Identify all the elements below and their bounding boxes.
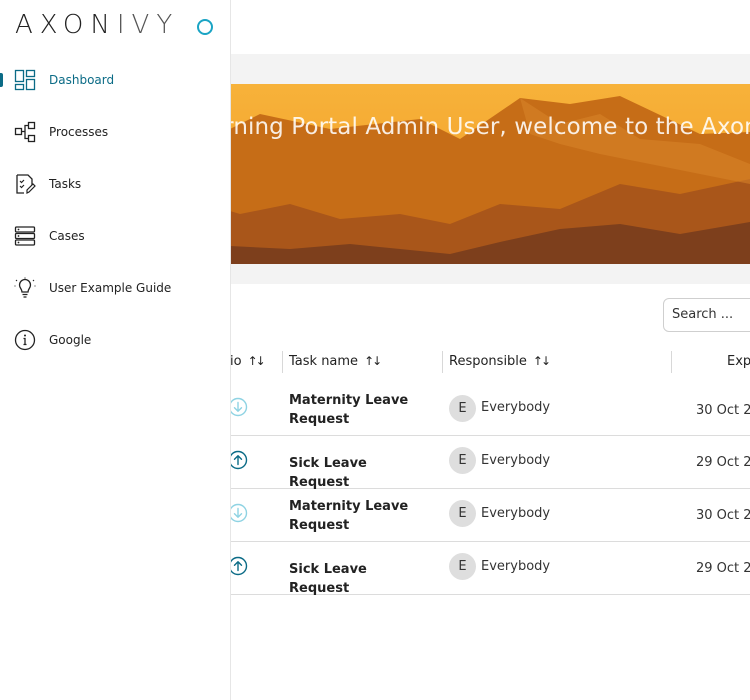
priority-low-icon bbox=[228, 397, 248, 417]
sort-icon[interactable]: ↑↓ bbox=[364, 354, 382, 368]
search-box[interactable] bbox=[663, 298, 750, 332]
expiry-date: 29 Oct 2 bbox=[696, 455, 750, 470]
task-name[interactable]: Maternity Leave Request bbox=[289, 391, 429, 429]
column-divider[interactable] bbox=[442, 351, 443, 373]
sidebar-item-tasks[interactable]: Tasks bbox=[0, 164, 231, 204]
cases-icon bbox=[14, 226, 36, 246]
sidebar-item-label: User Example Guide bbox=[49, 281, 172, 295]
lightbulb-icon bbox=[14, 277, 36, 298]
avatar: E bbox=[449, 447, 476, 474]
priority-low-icon bbox=[228, 503, 248, 523]
dashboard-icon bbox=[14, 69, 36, 91]
sidebar-item-processes[interactable]: Processes bbox=[0, 112, 231, 152]
task-name[interactable]: Sick Leave Request bbox=[289, 454, 429, 492]
logo-text-axon: AXON bbox=[15, 10, 117, 40]
sidebar-item-user-example-guide[interactable]: User Example Guide bbox=[0, 268, 231, 308]
column-header-expiry[interactable]: Exp bbox=[727, 354, 750, 369]
task-name[interactable]: Sick Leave Request bbox=[289, 560, 429, 598]
sidebar-item-label: Processes bbox=[49, 125, 109, 139]
avatar: E bbox=[449, 395, 476, 422]
column-header-label: io bbox=[230, 354, 242, 369]
column-header-task-name[interactable]: Task name ↑↓ bbox=[289, 354, 382, 369]
column-header-label: Exp bbox=[727, 354, 750, 369]
sidebar: AXONIVY Dashboard Processes Tasks Cases … bbox=[0, 0, 231, 700]
sidebar-item-cases[interactable]: Cases bbox=[0, 216, 231, 256]
welcome-text: orning Portal Admin User, welcome to the… bbox=[210, 114, 750, 140]
column-header-responsible[interactable]: Responsible ↑↓ bbox=[449, 354, 551, 369]
tasks-icon bbox=[16, 174, 36, 194]
sidebar-item-label: Dashboard bbox=[49, 73, 115, 87]
column-header-label: Responsible bbox=[449, 354, 527, 369]
table-row[interactable]: Sick Leave Request E Everybody 29 Oct 2 bbox=[228, 542, 750, 598]
column-divider[interactable] bbox=[671, 351, 672, 373]
priority-high-icon bbox=[228, 556, 248, 576]
column-divider[interactable] bbox=[282, 351, 283, 373]
table-row[interactable]: Maternity Leave Request E Everybody 30 O… bbox=[228, 489, 750, 542]
sidebar-item-dashboard[interactable]: Dashboard bbox=[0, 60, 231, 100]
sidebar-item-label: Cases bbox=[49, 229, 85, 243]
sort-icon[interactable]: ↑↓ bbox=[248, 354, 266, 368]
portal-page: orning Portal Admin User, welcome to the… bbox=[0, 0, 750, 700]
logo-text-ivy: IVY bbox=[116, 10, 180, 40]
expiry-date: 29 Oct 2 bbox=[696, 561, 750, 576]
table-row[interactable]: Sick Leave Request E Everybody 29 Oct 2 bbox=[228, 436, 750, 492]
responsible-name: Everybody bbox=[481, 559, 551, 574]
sidebar-item-label: Tasks bbox=[49, 177, 82, 191]
sidebar-toggle-icon[interactable] bbox=[197, 19, 213, 35]
avatar: E bbox=[449, 553, 476, 580]
expiry-date: 30 Oct 2 bbox=[696, 403, 750, 418]
axonivy-logo[interactable]: AXONIVY bbox=[15, 10, 179, 40]
responsible-name: Everybody bbox=[481, 506, 551, 521]
task-name[interactable]: Maternity Leave Request bbox=[289, 497, 429, 535]
sidebar-item-google[interactable]: Google bbox=[0, 320, 231, 360]
responsible-name: Everybody bbox=[481, 453, 551, 468]
processes-icon bbox=[14, 121, 36, 143]
column-header-priority[interactable]: io ↑↓ bbox=[230, 354, 266, 369]
info-icon bbox=[14, 329, 36, 351]
search-input[interactable] bbox=[664, 299, 750, 322]
table-row[interactable]: Maternity Leave Request E Everybody 30 O… bbox=[228, 383, 750, 436]
priority-high-icon bbox=[228, 450, 248, 470]
sidebar-item-label: Google bbox=[49, 333, 92, 347]
avatar: E bbox=[449, 500, 476, 527]
expiry-date: 30 Oct 2 bbox=[696, 508, 750, 523]
sort-icon[interactable]: ↑↓ bbox=[533, 354, 551, 368]
column-header-label: Task name bbox=[289, 354, 359, 369]
responsible-name: Everybody bbox=[481, 400, 551, 415]
